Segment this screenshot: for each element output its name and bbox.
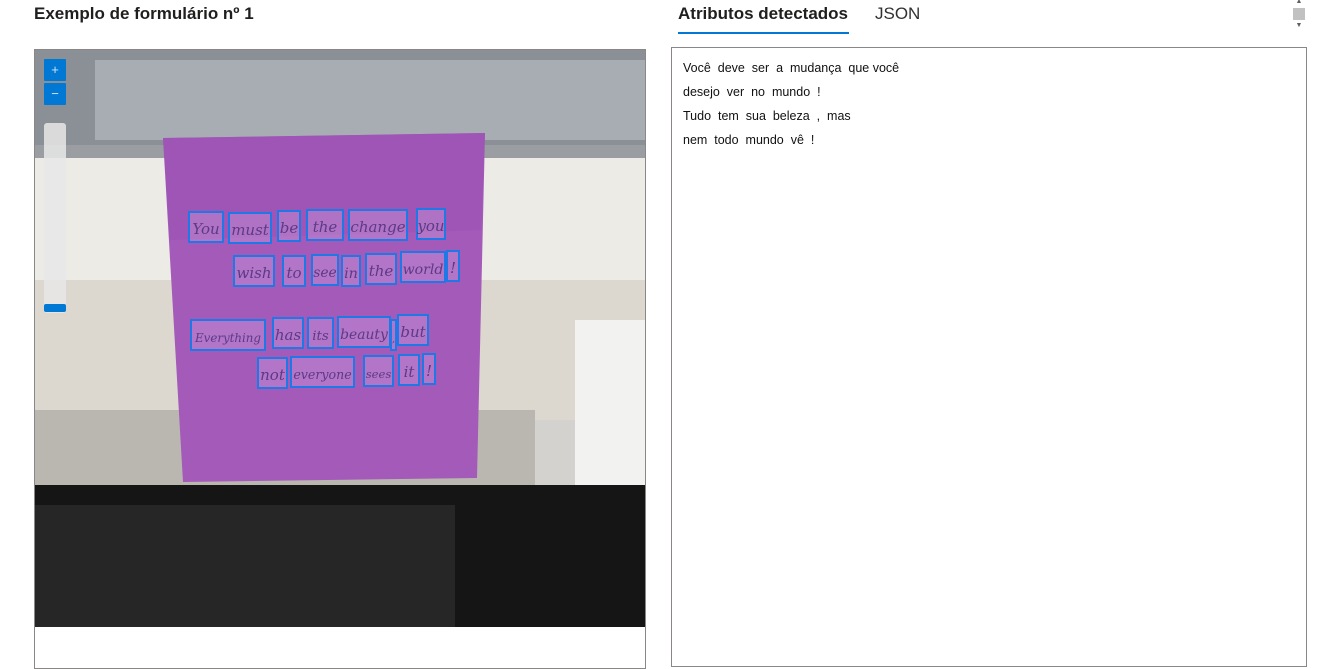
handwritten-word: the [313,218,338,236]
result-line: desejo ver no mundo ! [683,85,821,99]
zoom-out-button[interactable]: − [44,83,66,105]
scroll-up-arrow-icon[interactable]: ▲ [1292,0,1306,6]
handwritten-word: not [260,366,286,384]
handwritten-word: see [313,265,337,281]
active-tab-indicator [678,32,849,34]
result-line: nem todo mundo vê ! [683,133,815,147]
recognized-text: Você deve ser a mudança que você desejo … [683,59,899,155]
handwritten-word: to [286,264,301,282]
handwritten-word: sees [366,367,392,381]
handwritten-word: beauty [340,327,388,343]
handwritten-word: everyone [293,367,351,382]
handwritten-word: must [231,221,270,239]
zoom-in-button[interactable]: + [44,59,66,81]
handwritten-word: world [403,262,444,278]
handwritten-word: , [392,335,395,345]
handwritten-word: ! [426,362,432,380]
result-line: Tudo tem sua beleza , mas [683,109,851,123]
handwritten-word: Everything [194,331,261,345]
handwritten-word: in [344,266,358,282]
handwritten-word: wish [237,264,272,282]
handwritten-word: its [312,329,329,344]
handwritten-word: You [192,220,219,238]
handwritten-word: has [275,326,302,344]
handwritten-word: be [280,219,299,237]
handwritten-word: ! [450,259,456,277]
zoom-slider-thumb[interactable] [44,304,66,312]
form-example-title: Exemplo de formulário nº 1 [34,4,254,23]
handwritten-word: but [400,323,426,341]
page-scrollbar[interactable]: ▲ ▼ [1292,0,1306,34]
tab-detected-attributes[interactable]: Atributos detectados [678,4,848,24]
image-viewer[interactable]: You must be the change you wish to see in the world… [34,49,646,669]
zoom-slider-track[interactable] [44,123,66,313]
handwritten-word: change [350,218,405,236]
handwritten-word: you [416,217,444,235]
result-line: Você deve ser a mudança que você [683,61,900,75]
sticky-note-photo: You must be the change youwish to see in the world… [35,50,645,627]
tab-json[interactable]: JSON [875,4,920,24]
handwritten-word: it [404,363,416,381]
handwritten-word: the [369,262,394,280]
scroll-down-arrow-icon[interactable]: ▼ [1292,22,1306,30]
sticky-note [163,133,485,482]
detected-attributes-panel[interactable]: Você deve ser a mudança que você desejo … [671,47,1307,667]
scrollbar-thumb[interactable] [1293,8,1305,20]
